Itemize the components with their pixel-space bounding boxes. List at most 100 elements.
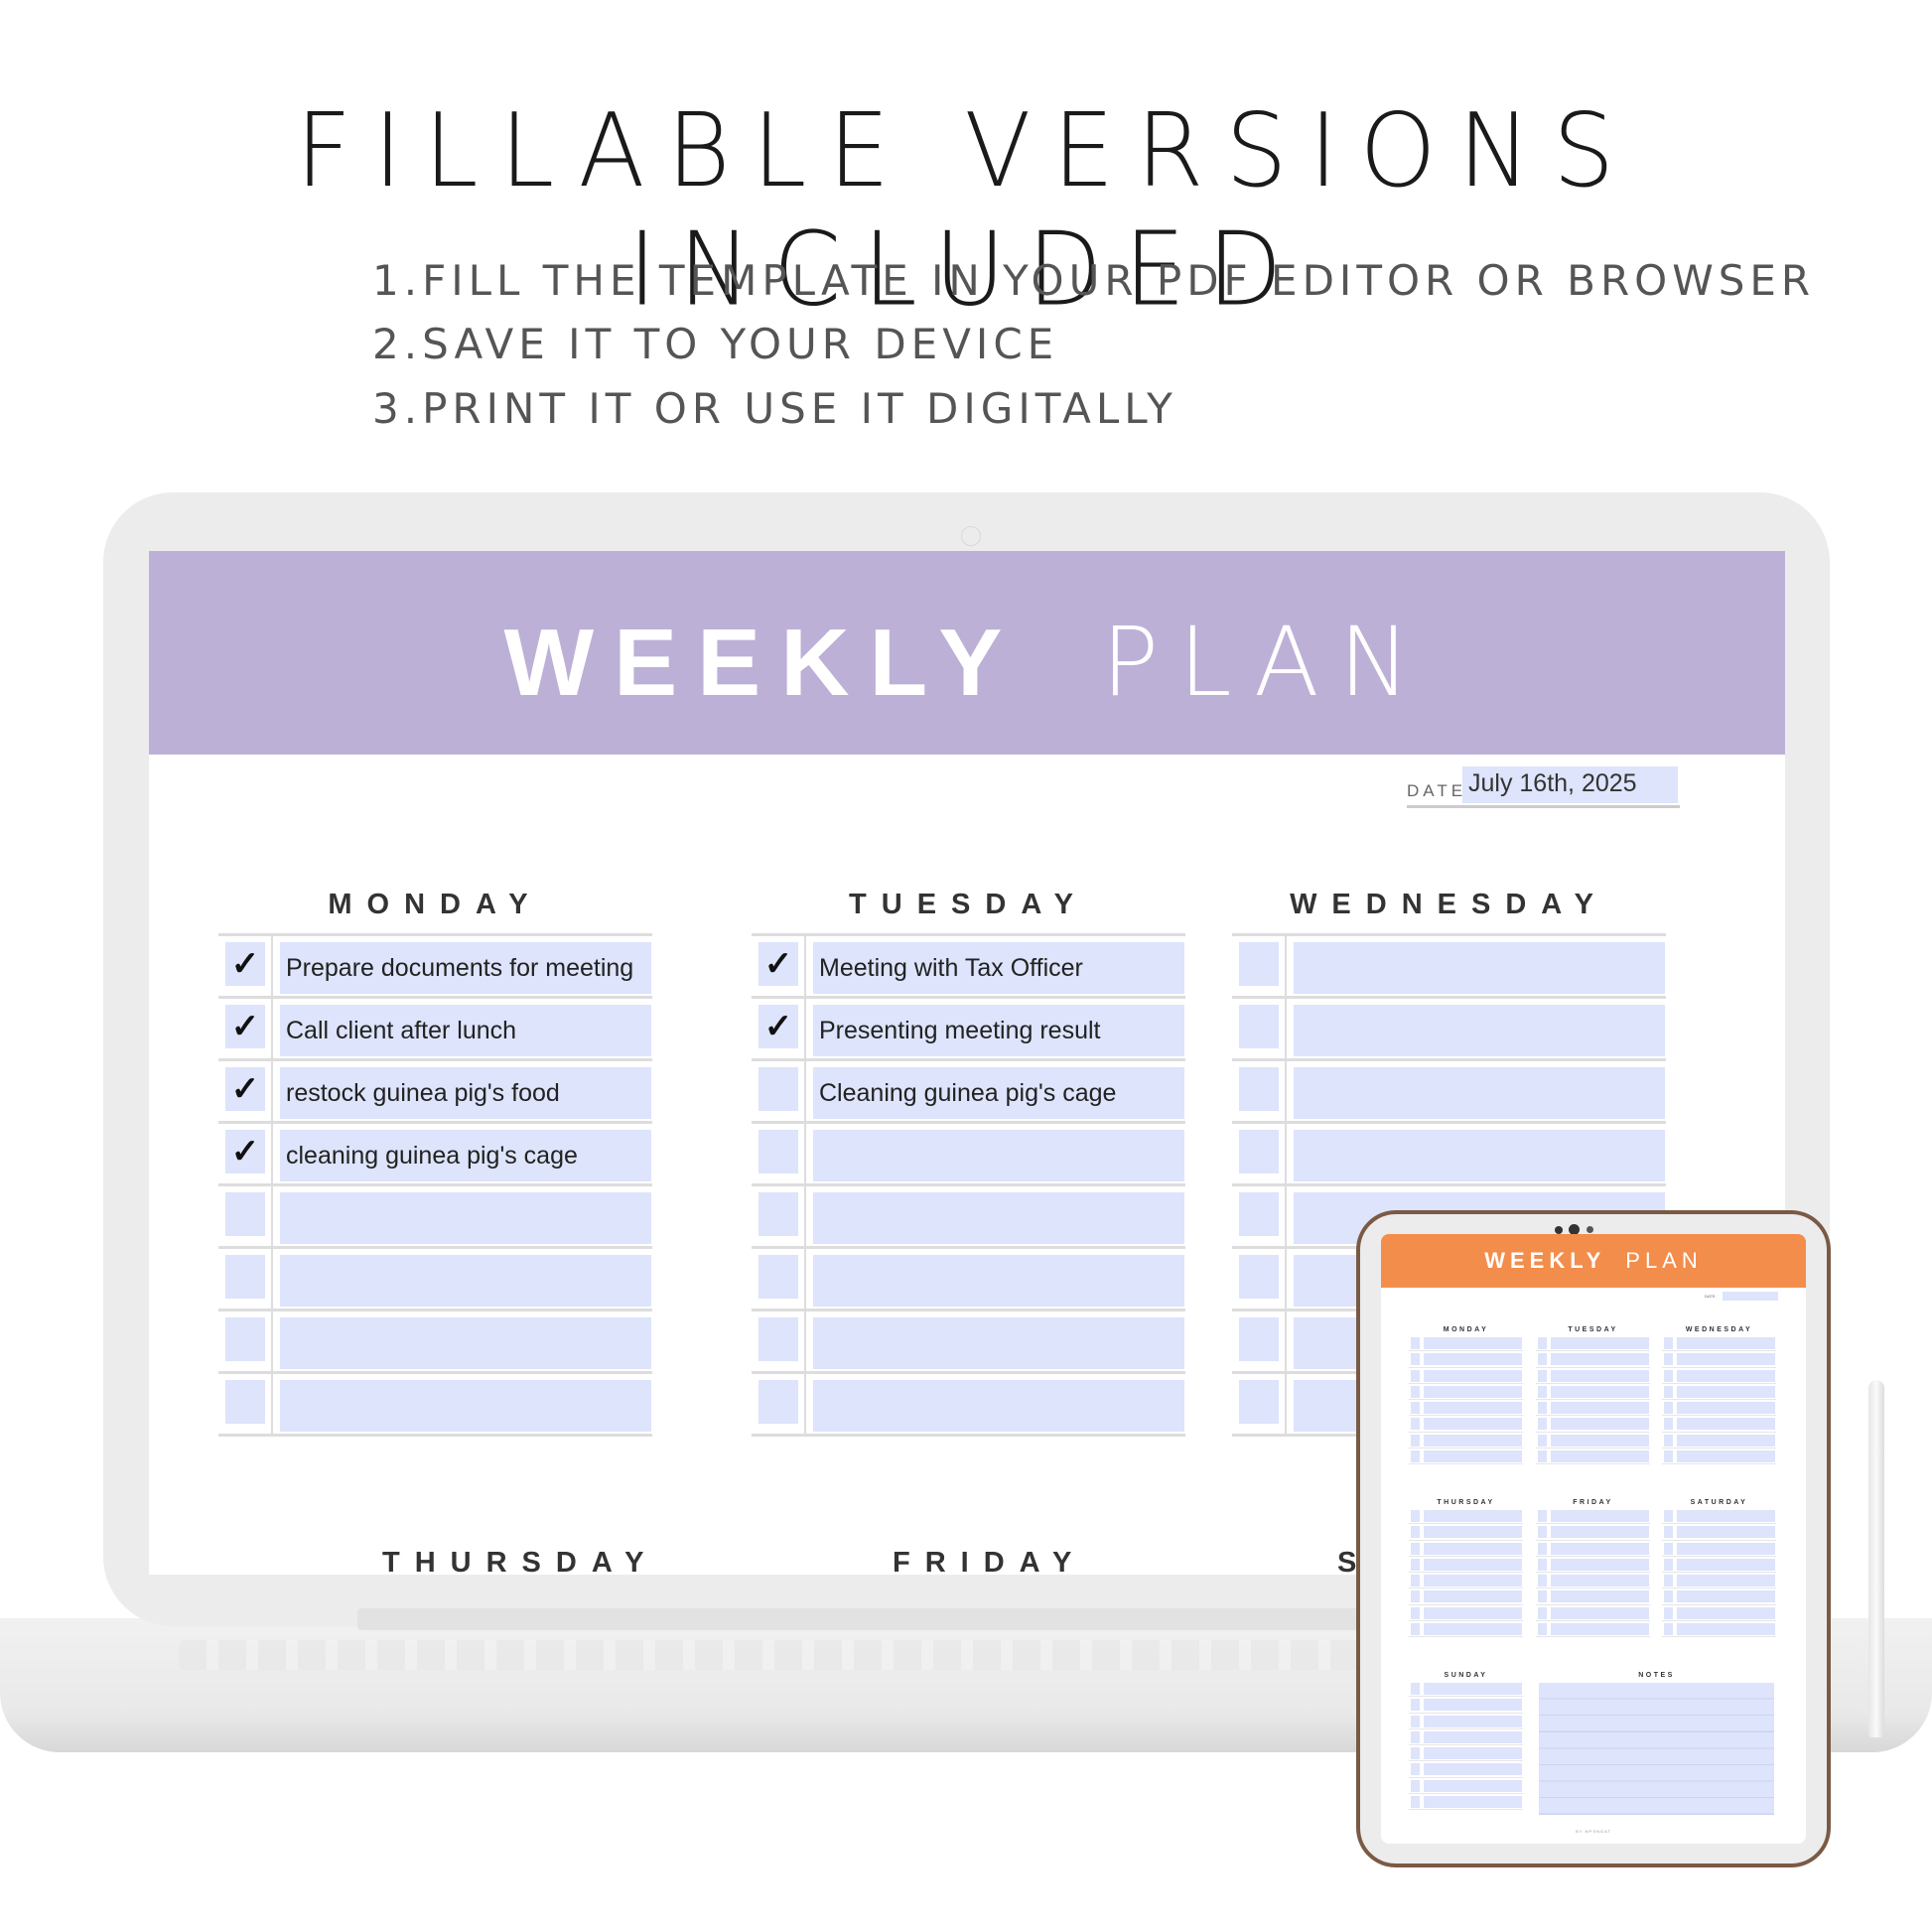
tablet-task-checkbox[interactable] <box>1664 1510 1673 1522</box>
task-field[interactable] <box>813 1380 1184 1432</box>
task-checkbox[interactable] <box>225 1192 265 1236</box>
tablet-task-field[interactable] <box>1677 1402 1775 1415</box>
tablet-task-field[interactable] <box>1551 1606 1649 1619</box>
tablet-task-field[interactable] <box>1551 1623 1649 1636</box>
task-field[interactable] <box>1294 1005 1665 1056</box>
task-checkbox[interactable] <box>759 1067 798 1111</box>
tablet-task-field[interactable] <box>1551 1542 1649 1555</box>
tablet-task-field[interactable] <box>1424 1796 1522 1809</box>
tablet-task-field[interactable] <box>1551 1385 1649 1398</box>
tablet-task-field[interactable] <box>1424 1747 1522 1760</box>
tablet-task-checkbox[interactable] <box>1411 1558 1420 1571</box>
tablet-task-checkbox[interactable] <box>1538 1353 1547 1366</box>
tablet-task-checkbox[interactable] <box>1411 1715 1420 1727</box>
task-checkbox[interactable]: ✓ <box>225 1067 265 1111</box>
tablet-task-field[interactable] <box>1551 1450 1649 1463</box>
tablet-task-field[interactable] <box>1677 1418 1775 1431</box>
tablet-task-checkbox[interactable] <box>1411 1699 1420 1712</box>
tablet-task-checkbox[interactable] <box>1664 1623 1673 1636</box>
tablet-task-checkbox[interactable] <box>1538 1418 1547 1431</box>
tablet-task-field[interactable] <box>1551 1402 1649 1415</box>
tablet-task-field[interactable] <box>1424 1542 1522 1555</box>
tablet-task-checkbox[interactable] <box>1411 1623 1420 1636</box>
tablet-task-checkbox[interactable] <box>1411 1542 1420 1555</box>
tablet-task-checkbox[interactable] <box>1538 1510 1547 1522</box>
task-checkbox[interactable] <box>1239 1130 1279 1173</box>
tablet-task-checkbox[interactable] <box>1664 1590 1673 1603</box>
tablet-task-field[interactable] <box>1551 1418 1649 1431</box>
tablet-task-checkbox[interactable] <box>1411 1385 1420 1398</box>
task-checkbox[interactable] <box>1239 1317 1279 1361</box>
task-field[interactable] <box>1294 942 1665 994</box>
date-field[interactable]: July 16th, 2025 <box>1462 766 1678 803</box>
tablet-task-field[interactable] <box>1424 1606 1522 1619</box>
tablet-task-checkbox[interactable] <box>1411 1418 1420 1431</box>
tablet-task-field[interactable] <box>1677 1542 1775 1555</box>
tablet-task-field[interactable] <box>1424 1699 1522 1712</box>
tablet-task-checkbox[interactable] <box>1411 1337 1420 1349</box>
task-field[interactable] <box>280 1192 651 1244</box>
tablet-task-checkbox[interactable] <box>1538 1369 1547 1382</box>
tablet-task-checkbox[interactable] <box>1411 1450 1420 1463</box>
task-field[interactable] <box>1294 1067 1665 1119</box>
tablet-task-field[interactable] <box>1677 1434 1775 1447</box>
tablet-task-field[interactable] <box>1424 1418 1522 1431</box>
tablet-task-field[interactable] <box>1551 1510 1649 1522</box>
tablet-task-checkbox[interactable] <box>1664 1575 1673 1587</box>
task-checkbox[interactable] <box>1239 1255 1279 1299</box>
task-field[interactable]: restock guinea pig's food <box>280 1067 651 1119</box>
tablet-task-field[interactable] <box>1551 1526 1649 1539</box>
task-checkbox[interactable] <box>225 1255 265 1299</box>
tablet-task-field[interactable] <box>1677 1450 1775 1463</box>
tablet-task-field[interactable] <box>1424 1623 1522 1636</box>
task-checkbox[interactable] <box>759 1192 798 1236</box>
tablet-task-checkbox[interactable] <box>1538 1434 1547 1447</box>
task-field[interactable] <box>280 1380 651 1432</box>
task-field[interactable]: Call client after lunch <box>280 1005 651 1056</box>
tablet-task-field[interactable] <box>1677 1575 1775 1587</box>
tablet-task-checkbox[interactable] <box>1664 1418 1673 1431</box>
tablet-task-checkbox[interactable] <box>1664 1542 1673 1555</box>
task-checkbox[interactable]: ✓ <box>759 1005 798 1048</box>
task-field[interactable] <box>1294 1130 1665 1181</box>
tablet-task-checkbox[interactable] <box>1538 1623 1547 1636</box>
task-checkbox[interactable]: ✓ <box>759 942 798 986</box>
tablet-task-checkbox[interactable] <box>1411 1402 1420 1415</box>
tablet-task-field[interactable] <box>1677 1337 1775 1349</box>
tablet-task-checkbox[interactable] <box>1411 1526 1420 1539</box>
tablet-task-field[interactable] <box>1677 1353 1775 1366</box>
tablet-task-field[interactable] <box>1677 1385 1775 1398</box>
tablet-task-checkbox[interactable] <box>1538 1558 1547 1571</box>
tablet-task-field[interactable] <box>1677 1369 1775 1382</box>
tablet-task-field[interactable] <box>1551 1558 1649 1571</box>
tablet-task-field[interactable] <box>1424 1779 1522 1792</box>
tablet-task-field[interactable] <box>1424 1575 1522 1587</box>
tablet-task-checkbox[interactable] <box>1664 1402 1673 1415</box>
task-field[interactable] <box>813 1130 1184 1181</box>
task-field[interactable]: Presenting meeting result <box>813 1005 1184 1056</box>
task-checkbox[interactable] <box>759 1130 798 1173</box>
tablet-task-checkbox[interactable] <box>1538 1542 1547 1555</box>
task-checkbox[interactable] <box>1239 1380 1279 1424</box>
tablet-task-checkbox[interactable] <box>1411 1796 1420 1809</box>
tablet-task-checkbox[interactable] <box>1411 1353 1420 1366</box>
task-field[interactable]: Cleaning guinea pig's cage <box>813 1067 1184 1119</box>
task-checkbox[interactable] <box>225 1317 265 1361</box>
tablet-task-field[interactable] <box>1551 1590 1649 1603</box>
tablet-task-checkbox[interactable] <box>1411 1747 1420 1760</box>
task-field[interactable]: Meeting with Tax Officer <box>813 942 1184 994</box>
tablet-task-field[interactable] <box>1424 1385 1522 1398</box>
tablet-task-checkbox[interactable] <box>1411 1683 1420 1695</box>
tablet-task-checkbox[interactable] <box>1411 1590 1420 1603</box>
tablet-task-checkbox[interactable] <box>1411 1730 1420 1743</box>
tablet-task-checkbox[interactable] <box>1411 1779 1420 1792</box>
tablet-task-field[interactable] <box>1677 1590 1775 1603</box>
task-checkbox[interactable] <box>1239 1005 1279 1048</box>
task-checkbox[interactable]: ✓ <box>225 942 265 986</box>
task-field[interactable] <box>813 1317 1184 1369</box>
tablet-task-field[interactable] <box>1424 1369 1522 1382</box>
tablet-task-field[interactable] <box>1424 1450 1522 1463</box>
task-field[interactable] <box>813 1192 1184 1244</box>
task-field[interactable] <box>280 1317 651 1369</box>
tablet-task-field[interactable] <box>1551 1575 1649 1587</box>
